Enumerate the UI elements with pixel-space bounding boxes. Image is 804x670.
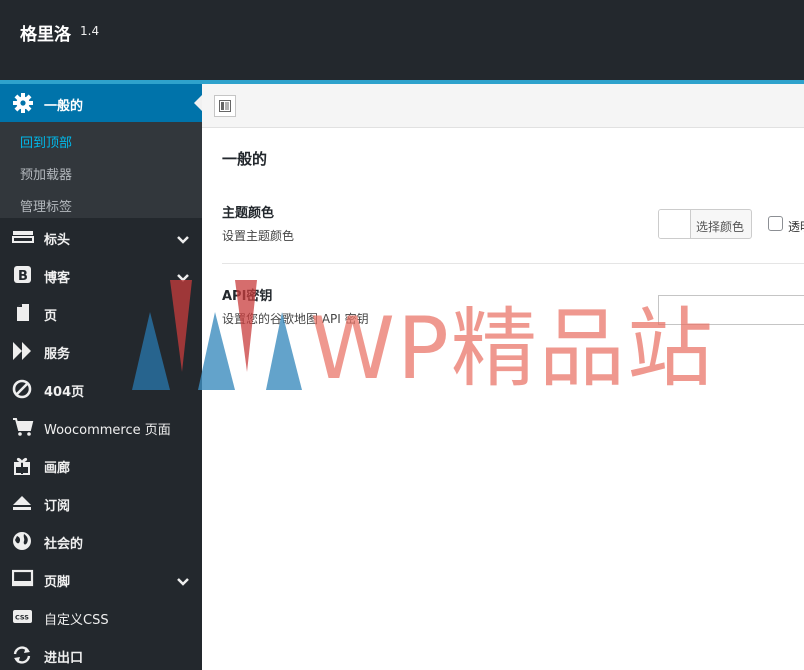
sidebar-item-label: 画廊 xyxy=(44,461,71,476)
sidebar-item-blog[interactable]: B 博客 xyxy=(0,256,202,294)
chevron-down-icon xyxy=(176,572,190,591)
sidebar-item-footer[interactable]: 页脚 xyxy=(0,560,202,598)
header-icon xyxy=(12,227,34,247)
sidebar-item-label: 自定义CSS xyxy=(44,613,109,628)
theme-color-label: 主题颜色 xyxy=(222,206,275,221)
active-notch xyxy=(194,95,202,111)
version-badge: 1.4 xyxy=(80,24,100,38)
sidebar-item-label: 服务 xyxy=(44,347,71,362)
sidebar-item-label: 订阅 xyxy=(44,499,71,514)
transparent-checkbox[interactable] xyxy=(768,216,783,231)
sidebar-item-gallery[interactable]: 画廊 xyxy=(0,446,202,484)
chevron-down-icon xyxy=(176,268,190,287)
layout-icon xyxy=(219,100,231,112)
theme-color-description: 设置主题颜色 xyxy=(222,229,295,243)
settings-sidebar: 一般的 回到顶部 预加载器 管理标签 标头 B 博客 页 服务 404页 Woo… xyxy=(0,84,202,670)
api-key-input[interactable] xyxy=(658,295,804,325)
select-color-button[interactable]: 选择颜色 xyxy=(658,209,752,239)
sidebar-item-label: 页脚 xyxy=(44,575,71,590)
api-key-description: 设置您的谷歌地图 API 密钥 xyxy=(222,312,369,326)
settings-panel: 一般的 主题颜色 设置主题颜色 选择颜色 透明 API密钥 设置您的谷歌地图 A… xyxy=(202,84,804,670)
chevron-down-icon xyxy=(176,230,190,249)
sidebar-item-label: 404页 xyxy=(44,385,85,400)
api-key-label: API密钥 xyxy=(222,289,273,304)
submenu-item-back-to-top[interactable]: 回到顶部 xyxy=(20,132,72,151)
sidebar-item-social[interactable]: 社会的 xyxy=(0,522,202,560)
sidebar-item-page[interactable]: 页 xyxy=(0,294,202,332)
svg-text:B: B xyxy=(18,269,28,284)
sidebar-item-services[interactable]: 服务 xyxy=(0,332,202,370)
sidebar-item-label: 标头 xyxy=(44,233,71,248)
sidebar-item-404[interactable]: 404页 xyxy=(0,370,202,408)
sidebar-item-custom-css[interactable]: CSS 自定义CSS xyxy=(0,598,202,636)
forbidden-icon xyxy=(12,379,34,399)
sidebar-item-label: Woocommerce 页面 xyxy=(44,423,171,438)
eject-icon xyxy=(12,493,34,513)
sidebar-item-woocommerce[interactable]: Woocommerce 页面 xyxy=(0,408,202,446)
globe-icon xyxy=(12,531,34,551)
color-swatch xyxy=(659,210,691,238)
footer-icon xyxy=(11,569,34,589)
sidebar-item-label: 进出口 xyxy=(44,651,84,666)
sidebar-item-label: 页 xyxy=(44,309,58,324)
layout-toggle-button[interactable] xyxy=(214,95,236,117)
select-color-label: 选择颜色 xyxy=(696,220,745,234)
transparent-checkbox-label: 透明 xyxy=(788,220,804,234)
blog-icon: B xyxy=(12,265,34,285)
field-divider xyxy=(222,263,804,264)
sidebar-item-header[interactable]: 标头 xyxy=(0,218,202,256)
admin-topbar: 格里洛 1.4 xyxy=(0,0,804,80)
sidebar-item-label: 一般的 xyxy=(44,99,84,114)
svg-text:CSS: CSS xyxy=(15,614,29,622)
site-brand[interactable]: 格里洛 xyxy=(20,20,71,45)
sidebar-item-label: 博客 xyxy=(44,271,71,286)
sidebar-item-general[interactable]: 一般的 xyxy=(0,84,202,122)
css-icon: CSS xyxy=(12,607,34,627)
section-title: 一般的 xyxy=(222,150,268,168)
panel-toolbar xyxy=(202,84,804,128)
gear-icon xyxy=(12,92,34,118)
import-export-icon xyxy=(12,645,34,665)
submenu-item-preloader[interactable]: 预加载器 xyxy=(20,164,72,183)
sidebar-item-label: 社会的 xyxy=(44,537,84,552)
cart-icon xyxy=(12,417,34,437)
general-submenu: 回到顶部 预加载器 管理标签 xyxy=(0,122,202,218)
gift-icon xyxy=(12,455,34,475)
services-icon xyxy=(12,341,34,361)
page-icon xyxy=(12,303,34,323)
sidebar-item-import-export[interactable]: 进出口 xyxy=(0,636,202,670)
sidebar-item-subscribe[interactable]: 订阅 xyxy=(0,484,202,522)
submenu-item-manage-tags[interactable]: 管理标签 xyxy=(20,196,72,215)
